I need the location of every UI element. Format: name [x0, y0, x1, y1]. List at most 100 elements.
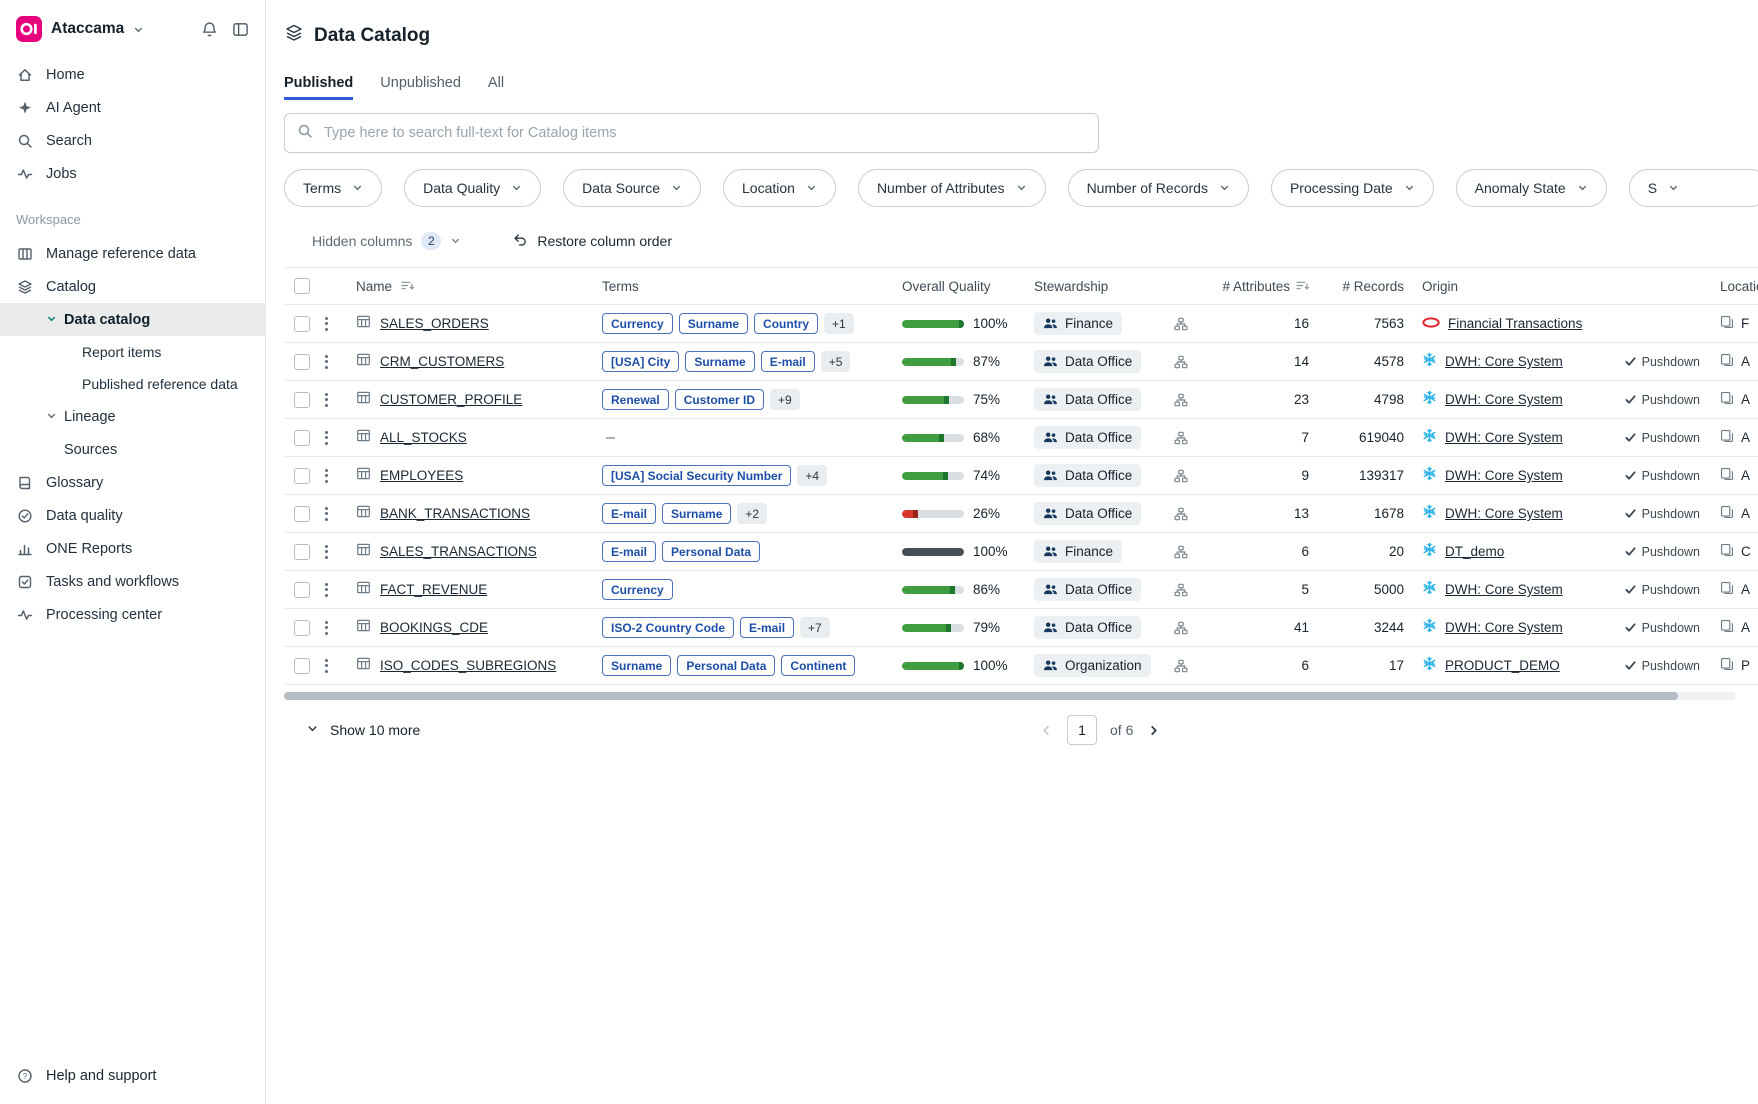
page-number-input[interactable]: 1 [1067, 715, 1097, 745]
term-chip[interactable]: Continent [781, 655, 855, 676]
col-header-records[interactable]: # Records [1319, 268, 1414, 304]
filter-chip-data-quality[interactable]: Data Quality [404, 169, 541, 207]
term-chip[interactable]: ISO-2 Country Code [602, 617, 734, 638]
col-header-origin[interactable]: Origin [1414, 268, 1714, 304]
notifications-bell-icon[interactable] [201, 21, 218, 38]
sidebar-item-glossary[interactable]: Glossary [0, 466, 265, 499]
origin-link[interactable]: DWH: Core System [1445, 620, 1563, 635]
origin-link[interactable]: DWH: Core System [1445, 354, 1563, 369]
catalog-item-link[interactable]: CRM_CUSTOMERS [380, 354, 504, 369]
term-chip[interactable]: E-mail [761, 351, 815, 372]
origin-link[interactable]: DWH: Core System [1445, 582, 1563, 597]
stewardship-chip[interactable]: Finance [1034, 540, 1122, 563]
collapse-sidebar-icon[interactable] [232, 21, 249, 38]
hierarchy-icon[interactable] [1174, 431, 1188, 445]
catalog-item-link[interactable]: EMPLOYEES [380, 468, 463, 483]
hierarchy-icon[interactable] [1174, 393, 1188, 407]
col-header-terms[interactable]: Terms [594, 268, 894, 304]
sidebar-item-one-reports[interactable]: ONE Reports [0, 532, 265, 565]
filter-chip-number-of-records[interactable]: Number of Records [1068, 169, 1249, 207]
row-checkbox[interactable] [294, 544, 310, 560]
row-kebab-menu-button[interactable] [320, 578, 333, 602]
catalog-item-link[interactable]: ALL_STOCKS [380, 430, 467, 445]
show-more-button[interactable]: Show 10 more [300, 721, 426, 739]
sort-icon[interactable] [401, 279, 414, 294]
catalog-item-link[interactable]: BOOKINGS_CDE [380, 620, 488, 635]
more-terms-chip[interactable]: +4 [797, 465, 827, 486]
term-chip[interactable]: Surname [662, 503, 731, 524]
filter-chip-data-source[interactable]: Data Source [563, 169, 701, 207]
row-checkbox[interactable] [294, 430, 310, 446]
tab-all[interactable]: All [488, 75, 504, 100]
hierarchy-icon[interactable] [1174, 507, 1188, 521]
stewardship-chip[interactable]: Data Office [1034, 426, 1141, 449]
term-chip[interactable]: Surname [685, 351, 754, 372]
row-checkbox[interactable] [294, 658, 310, 674]
stewardship-chip[interactable]: Data Office [1034, 502, 1141, 525]
row-kebab-menu-button[interactable] [320, 654, 333, 678]
catalog-item-link[interactable]: ISO_CODES_SUBREGIONS [380, 658, 556, 673]
catalog-item-link[interactable]: CUSTOMER_PROFILE [380, 392, 522, 407]
more-terms-chip[interactable]: +5 [821, 351, 851, 372]
hierarchy-icon[interactable] [1174, 621, 1188, 635]
sidebar-item-report-items[interactable]: Report items [0, 336, 265, 368]
row-kebab-menu-button[interactable] [320, 616, 333, 640]
tab-published[interactable]: Published [284, 75, 353, 100]
row-checkbox[interactable] [294, 316, 310, 332]
sidebar-item-catalog[interactable]: Catalog [0, 270, 265, 303]
scrollbar-thumb[interactable] [284, 692, 1678, 700]
sidebar-item-published-reference-data[interactable]: Published reference data [0, 368, 265, 400]
filter-chip-s[interactable]: S [1629, 169, 1758, 207]
sidebar-item-processing-center[interactable]: Processing center [0, 598, 265, 631]
filter-chip-anomaly-state[interactable]: Anomaly State [1456, 169, 1607, 207]
row-kebab-menu-button[interactable] [320, 388, 333, 412]
hierarchy-icon[interactable] [1174, 469, 1188, 483]
help-and-support[interactable]: ? Help and support [0, 1054, 265, 1104]
sidebar-item-lineage[interactable]: Lineage [0, 400, 265, 433]
stewardship-chip[interactable]: Organization [1034, 654, 1151, 677]
stewardship-chip[interactable]: Data Office [1034, 350, 1141, 373]
term-chip[interactable]: E-mail [602, 541, 656, 562]
next-page-button[interactable] [1146, 722, 1161, 739]
term-chip[interactable]: Renewal [602, 389, 669, 410]
origin-link[interactable]: DWH: Core System [1445, 430, 1563, 445]
stewardship-chip[interactable]: Finance [1034, 312, 1122, 335]
sidebar-item-search[interactable]: Search [0, 124, 265, 157]
select-all-checkbox[interactable] [294, 278, 310, 294]
origin-link[interactable]: PRODUCT_DEMO [1445, 658, 1560, 673]
sidebar-item-ai-agent[interactable]: AI Agent [0, 91, 265, 124]
hierarchy-icon[interactable] [1174, 659, 1188, 673]
sort-icon[interactable] [1296, 279, 1309, 294]
hierarchy-icon[interactable] [1174, 583, 1188, 597]
stewardship-chip[interactable]: Data Office [1034, 388, 1141, 411]
filter-chip-number-of-attributes[interactable]: Number of Attributes [858, 169, 1046, 207]
term-chip[interactable]: Customer ID [675, 389, 764, 410]
restore-column-order-button[interactable]: Restore column order [506, 231, 678, 252]
term-chip[interactable]: [USA] City [602, 351, 679, 372]
term-chip[interactable]: Currency [602, 313, 673, 334]
row-kebab-menu-button[interactable] [320, 426, 333, 450]
sidebar-item-data-catalog[interactable]: Data catalog [0, 303, 265, 336]
more-terms-chip[interactable]: +7 [800, 617, 830, 638]
previous-page-button[interactable] [1039, 722, 1054, 739]
hierarchy-icon[interactable] [1174, 317, 1188, 331]
origin-link[interactable]: DWH: Core System [1445, 506, 1563, 521]
sidebar-item-sources[interactable]: Sources [0, 433, 265, 466]
catalog-item-link[interactable]: FACT_REVENUE [380, 582, 487, 597]
row-kebab-menu-button[interactable] [320, 502, 333, 526]
search-input[interactable] [322, 124, 1086, 142]
term-chip[interactable]: Country [754, 313, 818, 334]
row-checkbox[interactable] [294, 506, 310, 522]
origin-link[interactable]: DT_demo [1445, 544, 1504, 559]
tab-unpublished[interactable]: Unpublished [380, 75, 461, 100]
row-kebab-menu-button[interactable] [320, 312, 333, 336]
stewardship-chip[interactable]: Data Office [1034, 578, 1141, 601]
ataccama-logo[interactable] [16, 16, 42, 42]
col-header-name[interactable]: Name [350, 268, 594, 304]
term-chip[interactable]: Surname [602, 655, 671, 676]
hidden-columns-dropdown[interactable]: Hidden columns 2 [312, 232, 461, 250]
row-checkbox[interactable] [294, 468, 310, 484]
stewardship-chip[interactable]: Data Office [1034, 464, 1141, 487]
sidebar-item-tasks-and-workflows[interactable]: Tasks and workflows [0, 565, 265, 598]
origin-link[interactable]: Financial Transactions [1448, 316, 1582, 331]
